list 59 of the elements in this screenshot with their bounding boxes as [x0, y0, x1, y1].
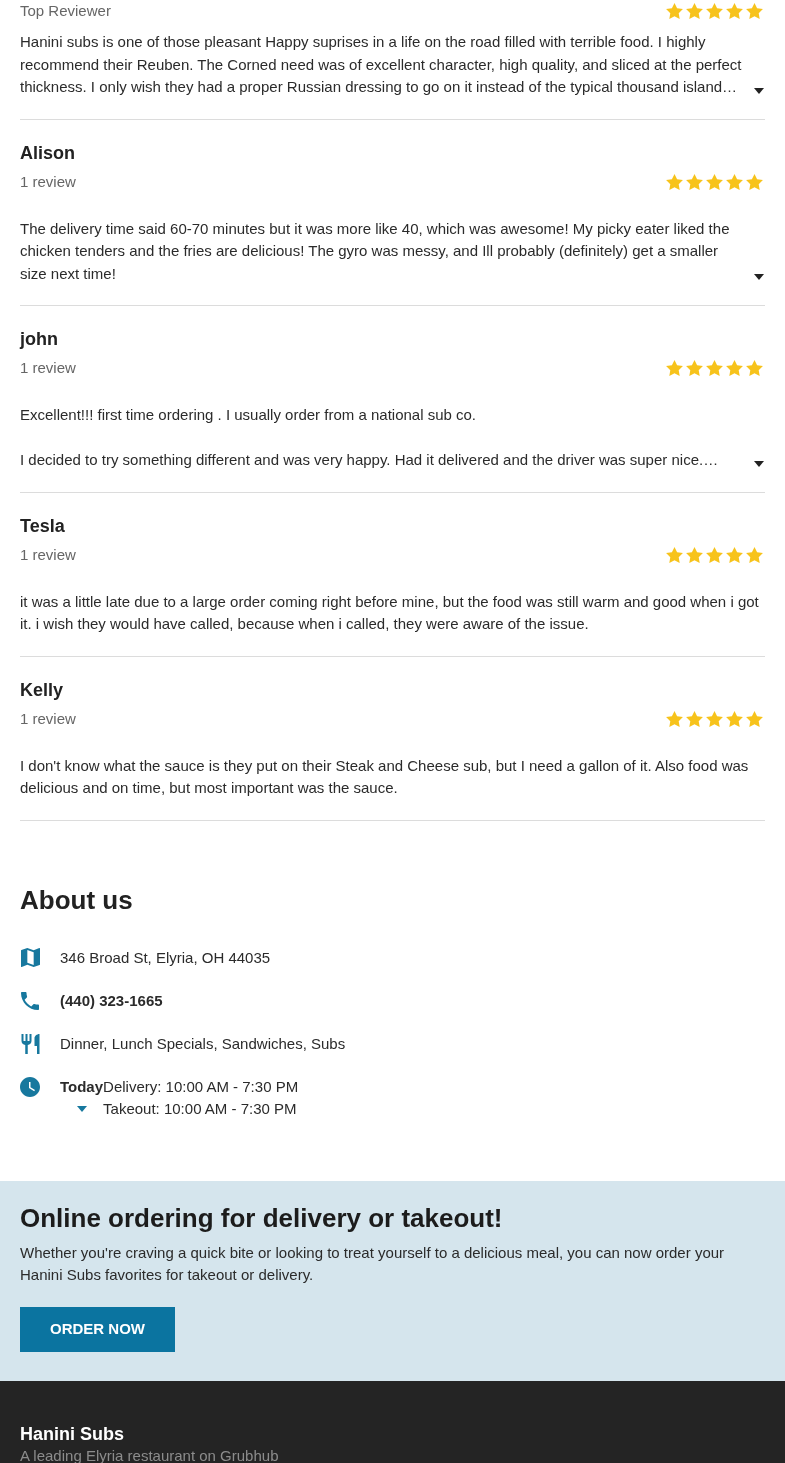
star-icon [726, 173, 743, 190]
star-icon [666, 360, 683, 376]
clock-icon [20, 1076, 40, 1097]
star-icon [726, 360, 743, 376]
hours-day: Today [60, 1075, 104, 1098]
star-icon [706, 173, 723, 190]
reviewer-name: Tesla [20, 514, 66, 537]
star-icon [726, 546, 743, 563]
star-icon [666, 173, 683, 190]
star-icon [746, 546, 763, 563]
review-text: Excellent!!! first time ordering . I usually order from a national sub co. [20, 405, 478, 425]
caret-icon[interactable] [754, 87, 764, 94]
star-icon [726, 3, 743, 19]
star-icon [666, 546, 683, 563]
review-count: Top Reviewer [20, 1, 111, 21]
caret-icon[interactable] [754, 274, 764, 280]
star-icon [686, 546, 703, 563]
address-text: 346 Broad St, Elyria, OH 44035 [60, 947, 271, 968]
review-text: I decided to try something different and was very happy. Had it delivered and the driver was super nice.… [20, 450, 720, 470]
star-icon [746, 710, 763, 727]
star-icon [686, 710, 703, 727]
star-icon [666, 710, 683, 727]
star-icon [686, 360, 703, 376]
review-text: The delivery time said 60-70 minutes but it was more like 40, which was awesome! My picky eater liked the chicken tenders and the fries are delicious! The gyro was messy, and Ill probably (definitely) get a smaller size next time! [20, 218, 731, 284]
star-icon [746, 360, 763, 376]
footer-subtitle: A leading Elyria restaurant on Grubhub [20, 1446, 280, 1463]
order-now-button[interactable]: ORDER NOW [20, 1306, 175, 1352]
reviewer-name: john [20, 328, 59, 350]
star-icon [706, 546, 723, 563]
star-icon [666, 3, 683, 19]
star-icon [746, 3, 763, 19]
phone-link[interactable]: (440) 323-1665 [60, 989, 163, 1012]
star-icon [706, 710, 723, 727]
review-count: 1 review [20, 171, 76, 192]
review-count: 1 review [20, 358, 76, 378]
review-text: Hanini subs is one of those pleasant Happy suprises in a life on the road filled with terrible food. I highly recommend their Reuben. The Corned need was of excellent character, high quality, and sliced at the perfect thickness. I only wish they had a proper Russian dressing to go on it instead of the typical thousand island… [20, 32, 743, 97]
review-text: I don't know what the sauce is they put on their Steak and Cheese sub, but I need a gallon of it. Also food was delicious and on time, but most important was the sauce. [20, 755, 750, 798]
about-heading: About us [20, 884, 134, 915]
promo-text: Whether you're craving a quick bite or looking to treat yourself to a delicious meal, you can now order your Hanini Subs favorites for takeout or delivery. [20, 1242, 726, 1285]
caret-icon[interactable] [754, 460, 764, 467]
promo-heading: Online ordering for delivery or takeout! [20, 1202, 504, 1233]
star-icon [686, 3, 703, 19]
cuisine-text: Dinner, Lunch Specials, Sandwiches, Subs [60, 1033, 346, 1054]
star-icon [726, 710, 743, 727]
hours-text: Delivery: 10:00 AM - 7:30 PM [103, 1076, 299, 1097]
map-icon [20, 948, 40, 967]
review-count: 1 review [20, 544, 76, 565]
star-icon [706, 3, 723, 19]
footer-title: Hanini Subs [20, 1422, 125, 1445]
review-count: 1 review [20, 708, 76, 729]
reviewer-name: Alison [20, 141, 76, 164]
star-icon [706, 360, 723, 376]
fork-knife-icon [20, 1033, 40, 1054]
star-icon [686, 173, 703, 190]
review-text: it was a little late due to a large order coming right before mine, but the food was still warm and good when i got it. i wish they would have called, because when i called, they were aware of the issue. [20, 591, 760, 634]
phone-icon [21, 991, 39, 1010]
star-icon [746, 173, 763, 190]
hours-text: Takeout: 10:00 AM - 7:30 PM [103, 1098, 298, 1119]
reviewer-name: Kelly [20, 678, 65, 701]
